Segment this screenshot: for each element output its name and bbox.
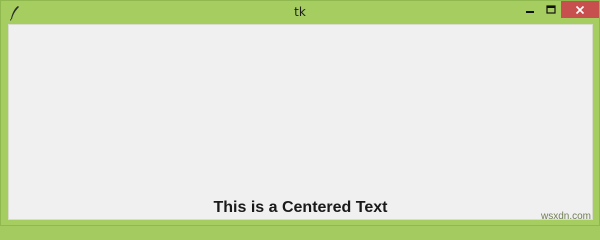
app-window: tk This is a Centered Text wsxdn.com	[0, 0, 600, 226]
minimize-button[interactable]	[519, 1, 541, 19]
window-title: tk	[294, 5, 306, 19]
title-bar[interactable]: tk	[1, 1, 599, 25]
client-area: This is a Centered Text	[8, 24, 593, 220]
close-button[interactable]	[561, 1, 599, 18]
maximize-button[interactable]	[541, 1, 561, 19]
close-icon	[575, 5, 585, 14]
centered-text-label: This is a Centered Text	[213, 199, 388, 216]
maximize-icon	[546, 5, 556, 14]
watermark-text: wsxdn.com	[540, 211, 591, 222]
minimize-icon	[526, 11, 534, 13]
